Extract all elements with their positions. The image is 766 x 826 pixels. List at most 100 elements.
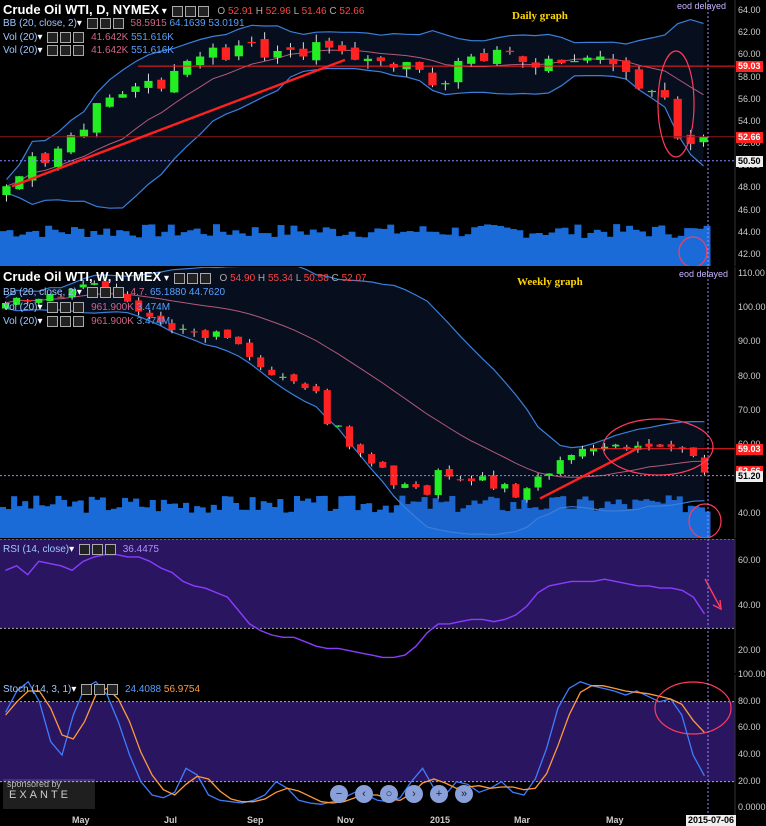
chevron-down-icon[interactable]: ▾ (71, 684, 76, 695)
chevron-down-icon[interactable]: ▾ (162, 6, 167, 17)
candle (299, 48, 308, 57)
volume-bar (64, 234, 72, 266)
candle (66, 135, 76, 153)
settings-icon[interactable] (60, 45, 72, 56)
volume-bar (316, 496, 323, 538)
candle (531, 62, 540, 68)
chevron-down-icon[interactable]: ▾ (37, 316, 42, 327)
volume-bar (96, 234, 104, 266)
volume-bar (377, 509, 384, 538)
close-icon[interactable] (73, 45, 85, 56)
settings-icon[interactable] (47, 45, 59, 56)
candle (312, 42, 321, 61)
nav-control-button[interactable]: − (330, 785, 348, 803)
daily-bb-legend[interactable]: BB (20, close, 2)▾ 58.5915 64.1639 53.01… (3, 18, 245, 29)
volume-bar (288, 511, 295, 538)
volume-bar (171, 503, 178, 538)
volume-bar (11, 496, 18, 538)
settings-icon[interactable] (171, 5, 183, 17)
chevron-down-icon[interactable]: ▾ (164, 273, 169, 284)
settings-icon[interactable] (78, 544, 90, 555)
settings-icon[interactable] (81, 684, 93, 695)
candle (492, 49, 502, 64)
volume-bar (83, 512, 90, 538)
candle (157, 79, 166, 89)
close-icon[interactable] (112, 287, 124, 298)
volume-bar (406, 231, 414, 266)
volume-bar (12, 236, 20, 266)
settings-icon[interactable] (173, 272, 185, 284)
candle (634, 69, 644, 89)
settings-icon[interactable] (184, 5, 196, 17)
candle (467, 478, 476, 482)
close-icon[interactable] (73, 32, 85, 43)
volume-bar (38, 505, 45, 538)
settings-icon[interactable] (99, 287, 111, 298)
settings-icon[interactable] (86, 287, 98, 298)
settings-icon[interactable] (99, 18, 111, 29)
daily-header: Crude Oil WTI, D, NYMEX ▾ O 52.91 H 52.9… (3, 2, 365, 17)
volume-bar (49, 504, 56, 538)
stoch-pane[interactable]: Stoch (14, 3, 1)▾ 24.4088 56.9754 sponso… (0, 675, 766, 815)
chevron-down-icon[interactable]: ▾ (37, 32, 42, 43)
daily-vol-legend-1[interactable]: Vol (20)▾ 41.642K 551.616K (3, 32, 174, 43)
daily-y-tick: 56.00 (738, 93, 761, 104)
volume-bar (221, 496, 228, 538)
chevron-down-icon[interactable]: ▾ (77, 18, 82, 29)
rsi-legend[interactable]: RSI (14, close)▾ 36.4475 (3, 544, 159, 555)
volume-bar (116, 507, 123, 538)
weekly-chart-pane[interactable]: Crude Oil WTI, W, NYMEX ▾ O 54.90 H 55.3… (0, 267, 766, 538)
close-icon[interactable] (73, 302, 85, 313)
daily-symbol-title[interactable]: Crude Oil WTI, D, NYMEX (3, 2, 159, 17)
chevron-down-icon[interactable]: ▾ (37, 45, 42, 56)
daily-vol-legend-2[interactable]: Vol (20)▾ 41.642K 551.616K (3, 45, 174, 56)
weekly-vol-legend-1[interactable]: Vol (20)▾ 961.900K 3.474M (3, 302, 170, 313)
candle (656, 444, 664, 447)
candle (673, 98, 682, 139)
chevron-down-icon[interactable]: ▾ (69, 544, 74, 555)
candle (534, 476, 542, 488)
daily-chart-pane[interactable]: Crude Oil WTI, D, NYMEX ▾ O 52.91 H 52.9… (0, 0, 766, 266)
nav-control-button[interactable]: + (430, 785, 448, 803)
settings-icon[interactable] (47, 316, 59, 327)
settings-icon[interactable] (186, 272, 198, 284)
close-icon[interactable] (197, 5, 209, 17)
volume-bar (360, 504, 367, 538)
nav-control-button[interactable]: » (455, 785, 473, 803)
chevron-down-icon[interactable]: ▾ (37, 302, 42, 313)
volume-bar (27, 508, 34, 538)
close-icon[interactable] (104, 544, 116, 555)
candle (612, 444, 620, 447)
chevron-down-icon[interactable]: ▾ (77, 287, 82, 298)
settings-icon[interactable] (47, 32, 59, 43)
weekly-bb-legend[interactable]: BB (20, close, 2)▾ 4.7. 65.1880 44.7620 (3, 287, 225, 298)
daily-y-tick: 42.00 (738, 248, 761, 259)
settings-icon[interactable] (60, 316, 72, 327)
volume-bar (371, 512, 378, 538)
weekly-symbol-title[interactable]: Crude Oil WTI, W, NYMEX (3, 269, 161, 284)
volume-bar (206, 235, 214, 266)
rsi-pane[interactable]: RSI (14, close)▾ 36.4475 (0, 539, 766, 673)
stoch-legend[interactable]: Stoch (14, 3, 1)▾ 24.4088 56.9754 (3, 684, 200, 695)
volume-bar (284, 234, 291, 266)
settings-icon[interactable] (94, 684, 106, 695)
volume-bar (593, 229, 601, 266)
close-icon[interactable] (73, 316, 85, 327)
close-icon[interactable] (112, 18, 124, 29)
settings-icon[interactable] (47, 302, 59, 313)
candle (92, 103, 101, 133)
stoch-y-tick: 60.00 (738, 722, 761, 733)
settings-icon[interactable] (60, 32, 72, 43)
close-icon[interactable] (199, 272, 211, 284)
settings-icon[interactable] (86, 18, 98, 29)
settings-icon[interactable] (60, 302, 72, 313)
volume-bar (0, 231, 7, 266)
nav-control-button[interactable]: › (405, 785, 423, 803)
settings-icon[interactable] (91, 544, 103, 555)
close-icon[interactable] (107, 684, 119, 695)
volume-bar (33, 495, 40, 538)
volume-bar (277, 225, 285, 266)
weekly-vol-legend-2[interactable]: Vol (20)▾ 961.900K 3.474M (3, 316, 170, 327)
nav-control-button[interactable]: ‹ (355, 785, 373, 803)
nav-control-button[interactable]: ○ (380, 785, 398, 803)
